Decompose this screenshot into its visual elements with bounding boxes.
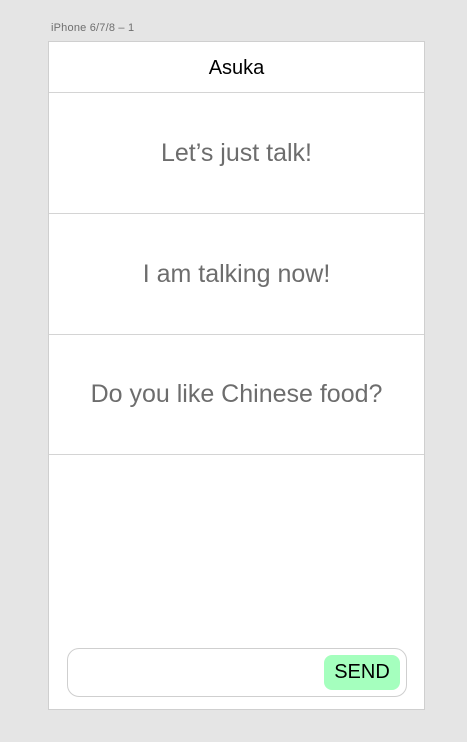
message-text: Let’s just talk! (160, 138, 312, 167)
message-text: Do you like Chinese food? (90, 380, 383, 408)
phone-screen: Asuka Let’s just talk! I am talking now!… (48, 41, 425, 710)
message-cell[interactable]: I am talking now! (49, 213, 424, 334)
message-cell[interactable]: Do you like Chinese food? (49, 334, 424, 455)
message-cell[interactable]: Let’s just talk! (49, 92, 424, 213)
message-text: I am talking now! (142, 259, 331, 288)
nav-title: Asuka (208, 56, 265, 79)
message-composer: SEND (67, 648, 407, 697)
artboard-label: iPhone 6/7/8 – 1 (51, 22, 135, 34)
message-input[interactable] (78, 657, 322, 691)
navigation-bar: Asuka (49, 42, 424, 93)
message-list: Let’s just talk! I am talking now! Do yo… (49, 92, 424, 455)
send-button[interactable]: SEND (324, 655, 400, 690)
